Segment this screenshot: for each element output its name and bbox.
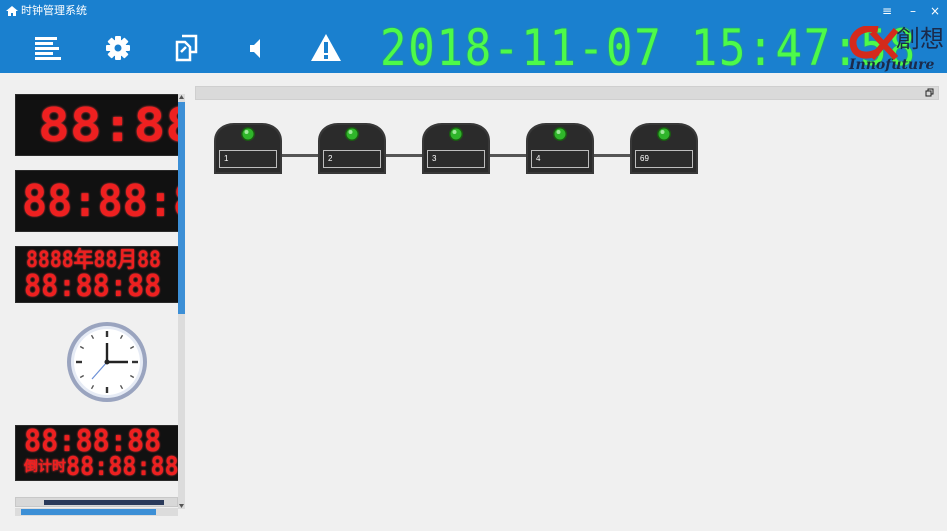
horizontal-scrollbar[interactable] <box>15 508 178 516</box>
horizontal-scroll-thumb[interactable] <box>21 509 156 515</box>
device-label: 4 <box>531 150 589 168</box>
device-label: 3 <box>427 150 485 168</box>
home-icon <box>6 6 18 16</box>
template-led-countdown[interactable]: 88:88:88 倒计时 88:88:88 <box>15 425 183 481</box>
vertical-scrollbar[interactable] <box>178 94 185 509</box>
logo-mark-icon <box>849 26 899 60</box>
list-button[interactable] <box>31 30 67 66</box>
template-led-date-time[interactable]: 8888年88月88 88:88:88 <box>15 246 183 303</box>
led-time-seconds-text: 88:88:88 <box>22 176 182 227</box>
volume-button[interactable] <box>240 30 276 66</box>
device-label: 1 <box>219 150 277 168</box>
device-node[interactable]: 4 <box>526 123 594 174</box>
device-label: 2 <box>323 150 381 168</box>
vertical-scroll-thumb[interactable] <box>178 102 185 314</box>
company-logo: 創想 Innofuture <box>846 24 947 73</box>
device-node[interactable]: 1 <box>214 123 282 174</box>
device-connector <box>282 154 319 157</box>
led-countdown-bottom-text: 88:88:88 <box>66 452 179 481</box>
template-led-time-seconds[interactable]: 88:88:88 <box>15 170 183 232</box>
copy-button[interactable] <box>169 30 205 66</box>
device-label: 69 <box>635 150 693 168</box>
led-countdown-label: 倒计时 <box>24 459 66 475</box>
device-node[interactable]: 69 <box>630 123 698 174</box>
template-led-time[interactable]: 88:88 <box>15 94 183 156</box>
device-node[interactable]: 3 <box>422 123 490 174</box>
logo-brand-text: Innofuture <box>849 57 935 73</box>
scroll-down-icon[interactable] <box>178 503 185 509</box>
device-connector <box>386 154 423 157</box>
analog-clock-icon <box>67 322 147 402</box>
led-time-line-text: 88:88:88 <box>24 269 162 303</box>
display-template-panel: 88:88 88:88:88 8888年88月88 88:88:88 <box>0 74 190 531</box>
device-node[interactable]: 2 <box>318 123 386 174</box>
warning-icon <box>311 34 341 61</box>
device-connector <box>594 154 631 157</box>
template-partial-item[interactable] <box>15 497 178 507</box>
gear-icon <box>106 36 130 60</box>
copy-icon <box>175 34 198 62</box>
current-datetime-display: 2018-11-07 15:47:58 <box>380 19 917 77</box>
led-time-text: 88:88 <box>38 98 183 152</box>
alert-button[interactable] <box>308 30 344 66</box>
speaker-icon <box>250 39 260 58</box>
partial-item-bar <box>44 500 164 505</box>
template-analog-clock[interactable] <box>66 321 148 403</box>
list-icon <box>35 37 61 60</box>
menu-window-button[interactable]: ≡ <box>879 3 895 19</box>
logo-chinese-text: 創想 <box>896 25 944 53</box>
device-connector <box>490 154 527 157</box>
window-title: 时钟管理系统 <box>21 4 87 17</box>
topology-header-bar <box>195 86 939 100</box>
restore-icon[interactable] <box>925 88 935 98</box>
scroll-up-icon[interactable] <box>178 94 185 100</box>
minimize-button[interactable]: – <box>905 3 921 19</box>
settings-button[interactable] <box>100 30 136 66</box>
close-button[interactable]: × <box>927 3 943 19</box>
